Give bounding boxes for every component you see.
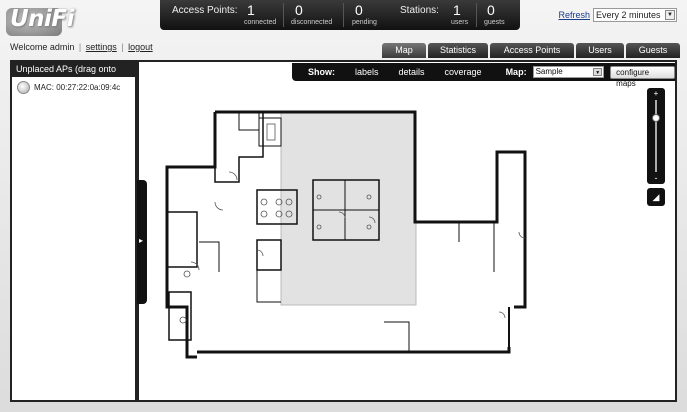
ap-pending-label: pending — [352, 19, 377, 26]
ap-connected-count: 1 — [247, 2, 255, 18]
show-details-toggle[interactable]: details — [399, 67, 425, 77]
show-coverage-toggle[interactable]: coverage — [445, 67, 482, 77]
map-select[interactable]: Sample ▼ — [532, 66, 605, 78]
divider — [476, 3, 477, 27]
zoom-handle[interactable] — [652, 114, 660, 122]
logout-link[interactable]: logout — [128, 42, 153, 52]
unplaced-aps-header: Unplaced APs (drag onto map) — [12, 62, 135, 89]
tab-access-points[interactable]: Access Points — [490, 43, 574, 58]
zoom-track[interactable] — [655, 100, 657, 172]
stations-guests-label: guests — [484, 19, 505, 26]
ap-pending-count: 0 — [355, 2, 363, 18]
refresh-interval-select[interactable]: Every 2 minutes ▼ — [593, 8, 677, 22]
main-tabs: Map Statistics Access Points Users Guest… — [382, 43, 680, 58]
show-label: Show: — [308, 67, 335, 77]
stations-label: Stations: — [400, 5, 439, 16]
ap-disconnected-count: 0 — [295, 2, 303, 18]
stations-guests-count: 0 — [487, 2, 495, 18]
welcome-bar: Welcome admin | settings | logout — [10, 42, 153, 52]
ruler-icon[interactable]: ◢ — [647, 188, 665, 206]
status-bar: Access Points: 1 connected 0 disconnecte… — [160, 0, 520, 30]
zoom-in-icon[interactable]: + — [647, 89, 665, 98]
settings-link[interactable]: settings — [86, 42, 117, 52]
access-points-label: Access Points: — [172, 5, 238, 16]
tab-map[interactable]: Map — [382, 43, 426, 58]
ap-mac-label: MAC: 00:27:22:0a:09:4c — [34, 83, 121, 92]
zoom-out-icon[interactable]: - — [647, 173, 665, 183]
map-select-value: Sample — [535, 67, 563, 76]
map-label: Map: — [505, 67, 527, 77]
tab-users[interactable]: Users — [576, 43, 624, 58]
map-toolbar: Show: labels details coverage Map: Sampl… — [292, 63, 675, 88]
unifi-logo: UniFi — [10, 6, 75, 32]
ap-disconnected-label: disconnected — [291, 19, 333, 26]
configure-maps-button[interactable]: configure maps — [610, 65, 675, 88]
chevron-down-icon[interactable]: ▼ — [593, 68, 603, 76]
chevron-right-icon[interactable]: ▸ — [139, 236, 143, 245]
show-labels-toggle[interactable]: labels — [355, 67, 379, 77]
access-point-icon[interactable] — [17, 81, 30, 94]
refresh-link[interactable]: Refresh — [558, 10, 590, 20]
tab-statistics[interactable]: Statistics — [428, 43, 488, 58]
ap-connected-label: connected — [244, 19, 277, 26]
divider — [283, 3, 284, 27]
stations-users-count: 1 — [453, 2, 461, 18]
separator: | — [78, 42, 82, 52]
unplaced-aps-panel: Unplaced APs (drag onto map) MAC: 00:27:… — [10, 60, 137, 402]
refresh-controls: Refresh Every 2 minutes ▼ — [558, 8, 677, 22]
map-panel: Show: labels details coverage Map: Sampl… — [137, 60, 677, 402]
zoom-slider[interactable]: + - — [647, 88, 665, 184]
floor-plan[interactable] — [139, 62, 675, 400]
stations-users-label: users — [451, 19, 469, 26]
refresh-interval-value: Every 2 minutes — [596, 10, 661, 20]
tab-guests[interactable]: Guests — [626, 43, 680, 58]
collapse-panel-handle[interactable]: ▸ — [137, 180, 147, 304]
chevron-down-icon[interactable]: ▼ — [665, 10, 675, 20]
welcome-text: Welcome admin — [10, 42, 75, 52]
divider — [343, 3, 344, 27]
separator: | — [121, 42, 124, 52]
